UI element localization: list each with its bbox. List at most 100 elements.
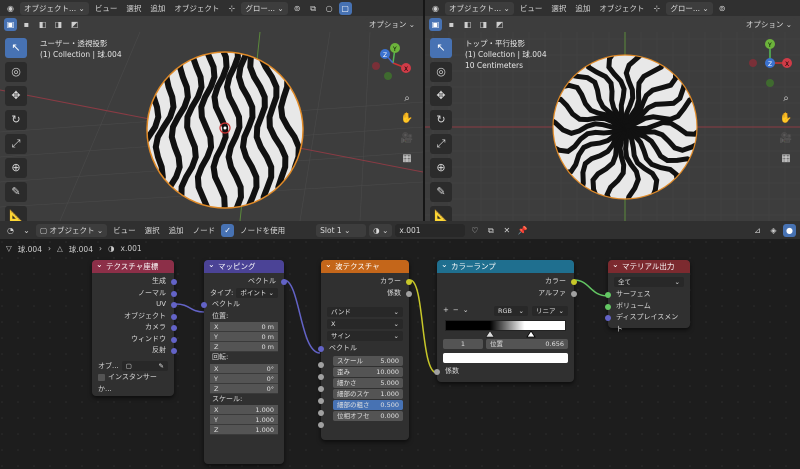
orientation-dropdown[interactable]: グロー... ⌄ bbox=[666, 1, 713, 15]
shader-type-icon[interactable]: ⌄ bbox=[20, 224, 33, 237]
right-nav-gizmo[interactable]: Y X Z bbox=[745, 38, 795, 94]
node-header[interactable]: マテリアル出力 bbox=[608, 258, 690, 273]
zoom-icon[interactable]: ⌕ bbox=[398, 90, 416, 108]
right-viewport[interactable]: ↖ ◎ ✥ ↻ ⤢ ⊕ ✎ 📐 トップ・平行投影 (1) Collection … bbox=[425, 32, 800, 221]
select-invert-icon[interactable]: ◩ bbox=[68, 18, 81, 31]
measure-tool-icon[interactable]: 📐 bbox=[5, 206, 27, 221]
unlink-icon[interactable]: ✕ bbox=[500, 224, 513, 237]
node-color-ramp[interactable]: カラーランプ カラー アルファ + − ⌄ RGB⌄ リニア⌄ 1 位置0.65… bbox=[434, 258, 577, 382]
proportional-icon[interactable]: ○ bbox=[323, 2, 336, 15]
select-new-icon[interactable]: ▪ bbox=[20, 18, 33, 31]
select-tool-icon[interactable]: ↖ bbox=[430, 38, 452, 58]
socket[interactable] bbox=[171, 290, 177, 297]
instancer-checkbox-row[interactable]: インスタンサーか... bbox=[92, 372, 174, 393]
wave-axis-dropdown[interactable]: X ⌄ bbox=[327, 319, 403, 329]
node-wrangler-icon[interactable]: ● bbox=[783, 223, 796, 237]
detail-field[interactable]: 細かさ 5.000 bbox=[333, 377, 403, 388]
interpolation-dropdown[interactable]: リニア ⌄ bbox=[532, 305, 568, 316]
scale-z[interactable]: Z 1.000 bbox=[210, 425, 278, 435]
socket[interactable] bbox=[318, 374, 324, 380]
menu-view[interactable]: ビュー bbox=[517, 3, 546, 14]
pivot-icon[interactable]: ⊚ bbox=[291, 2, 304, 15]
fake-user-icon[interactable]: ♡ bbox=[468, 224, 481, 237]
node-header[interactable]: 波テクスチャ bbox=[321, 258, 409, 273]
transform-orientation-icon[interactable]: ⊹ bbox=[650, 2, 663, 15]
object-type-dropdown[interactable]: ▢ オブジェクト ⌄ bbox=[36, 223, 108, 237]
left-nav-gizmo[interactable]: X Y Z bbox=[368, 38, 418, 88]
overlay-icon[interactable]: ▢ bbox=[338, 1, 352, 15]
socket[interactable] bbox=[605, 292, 611, 298]
detail-roughness-field[interactable]: 細部の粗さ 0.500 bbox=[333, 399, 403, 410]
transform-tool-icon[interactable]: ⊕ bbox=[430, 158, 452, 178]
slot-dropdown[interactable]: Slot 1 ⌄ bbox=[316, 223, 367, 237]
select-box-icon[interactable]: ▣ bbox=[429, 17, 442, 31]
socket[interactable] bbox=[571, 279, 577, 285]
distortion-field[interactable]: 歪み 10.000 bbox=[333, 366, 403, 377]
instancer-checkbox[interactable] bbox=[98, 373, 105, 381]
node-texture-coordinate[interactable]: テクスチャ座標 生成 ノーマル UV オブジェクト カメラ ウィンドウ 反射 オ… bbox=[92, 258, 177, 396]
material-browse-icon[interactable]: ◑ ⌄ bbox=[369, 223, 393, 237]
socket[interactable] bbox=[201, 302, 207, 308]
scale-field[interactable]: スケール 5.000 bbox=[333, 355, 403, 366]
scale-tool-icon[interactable]: ⤢ bbox=[5, 134, 27, 154]
transform-tool-icon[interactable]: ⊕ bbox=[5, 158, 27, 178]
select-subtract-icon[interactable]: ◨ bbox=[477, 18, 490, 31]
socket[interactable] bbox=[605, 303, 611, 310]
socket[interactable] bbox=[171, 348, 177, 354]
viewport-divider[interactable] bbox=[423, 0, 425, 221]
socket[interactable] bbox=[318, 422, 324, 428]
select-invert-icon[interactable]: ◩ bbox=[493, 18, 506, 31]
select-subtract-icon[interactable]: ◨ bbox=[52, 18, 65, 31]
rotate-tool-icon[interactable]: ↻ bbox=[430, 110, 452, 130]
move-tool-icon[interactable]: ✥ bbox=[430, 86, 452, 106]
node-material-output[interactable]: マテリアル出力 全て⌄ サーフェス ボリューム ディスプレイスメント bbox=[605, 258, 690, 333]
location-x[interactable]: X0 m bbox=[210, 322, 278, 332]
menu-node[interactable]: ノード bbox=[190, 225, 219, 236]
menu-add[interactable]: 追加 bbox=[572, 3, 593, 14]
move-tool-icon[interactable]: ✥ bbox=[5, 86, 27, 106]
socket[interactable] bbox=[406, 279, 412, 285]
socket[interactable] bbox=[171, 279, 177, 285]
grid-view-icon[interactable]: ▦ bbox=[398, 150, 416, 168]
menu-object[interactable]: オブジェクト bbox=[171, 3, 222, 14]
menu-view[interactable]: ビュー bbox=[92, 3, 121, 14]
remove-stop-button[interactable]: − bbox=[453, 305, 459, 317]
menu-select[interactable]: 選択 bbox=[548, 3, 569, 14]
menu-select[interactable]: 選択 bbox=[123, 3, 144, 14]
menu-add[interactable]: 追加 bbox=[166, 225, 187, 236]
rotate-tool-icon[interactable]: ↻ bbox=[5, 110, 27, 130]
options-button[interactable]: オプション ⌄ bbox=[741, 17, 796, 31]
orientation-dropdown[interactable]: グロー... ⌄ bbox=[241, 1, 288, 15]
color-mode-dropdown[interactable]: RGB ⌄ bbox=[494, 305, 528, 316]
editor-type-icon[interactable]: ◉ bbox=[4, 2, 17, 15]
wave-type-dropdown[interactable]: バンド ⌄ bbox=[327, 307, 403, 317]
node-header[interactable]: カラーランプ bbox=[437, 258, 574, 273]
rotation-z[interactable]: Z 0° bbox=[210, 383, 278, 394]
scale-tool-icon[interactable]: ⤢ bbox=[430, 134, 452, 154]
menu-view[interactable]: ビュー bbox=[110, 225, 139, 236]
socket[interactable] bbox=[605, 315, 611, 321]
cursor-tool-icon[interactable]: ◎ bbox=[430, 62, 452, 82]
node-editor[interactable]: ▽ 球.004 › △ 球.004 › ◑ x.001 テクスチャ座標 生成 ノ… bbox=[0, 240, 800, 469]
pan-icon[interactable]: ✋ bbox=[777, 110, 795, 128]
select-new-icon[interactable]: ▪ bbox=[445, 18, 458, 31]
socket[interactable] bbox=[318, 410, 324, 416]
stop-color-swatch[interactable] bbox=[443, 353, 568, 363]
camera-icon[interactable]: 🎥 bbox=[398, 130, 416, 148]
object-picker[interactable]: ▢ ✎ bbox=[121, 361, 168, 372]
editor-type-icon[interactable]: ◔ bbox=[4, 224, 17, 237]
overlay-icon[interactable]: ◈ bbox=[767, 224, 780, 237]
detail-scale-field[interactable]: 細部のスケ 1.000 bbox=[333, 388, 403, 399]
location-y[interactable]: Y0 m bbox=[210, 332, 278, 342]
zoom-icon[interactable]: ⌕ bbox=[777, 90, 795, 108]
left-viewport[interactable]: ↖ ◎ ✥ ↻ ⤢ ⊕ ✎ 📐 ユーザー・透視投影 (1) Collection… bbox=[0, 32, 423, 221]
node-header[interactable]: テクスチャ座標 bbox=[92, 258, 174, 273]
material-name-field[interactable]: x.001 bbox=[395, 223, 466, 237]
measure-tool-icon[interactable]: 📐 bbox=[430, 206, 452, 221]
snap-icon[interactable]: ⧉ bbox=[307, 2, 320, 15]
color-ramp-bar[interactable] bbox=[445, 319, 566, 331]
menu-add[interactable]: 追加 bbox=[147, 3, 168, 14]
socket[interactable] bbox=[434, 369, 440, 375]
menu-object[interactable]: オブジェクト bbox=[596, 3, 647, 14]
select-extend-icon[interactable]: ◧ bbox=[36, 18, 49, 31]
